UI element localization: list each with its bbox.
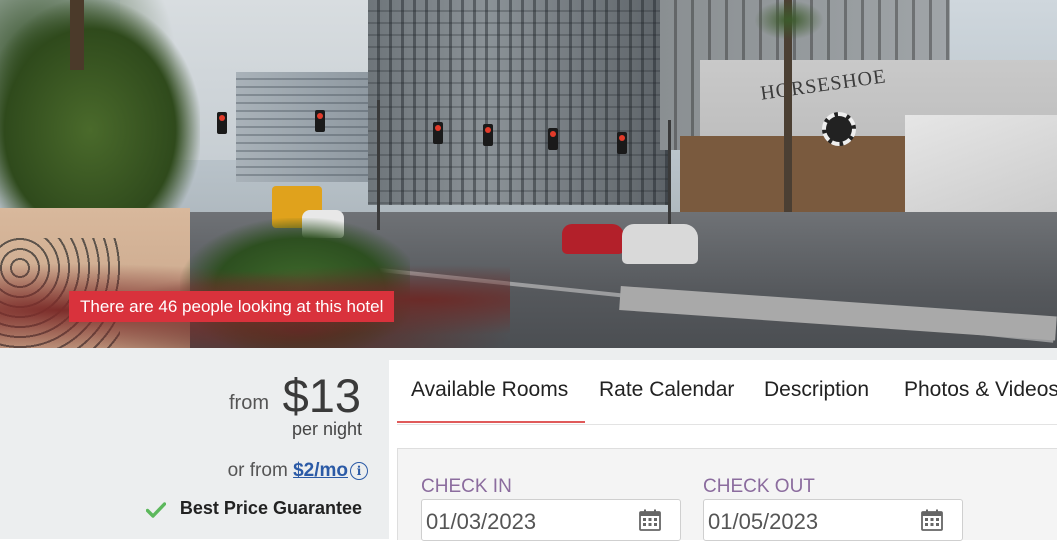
panel-divider <box>389 348 1057 360</box>
monthly-price-link[interactable]: $2/mo <box>293 460 348 481</box>
check-in-field[interactable]: 01/03/2023 <box>421 499 681 541</box>
tab-photos-videos[interactable]: Photos & Videos <box>904 378 1057 402</box>
booking-panel: Available Rooms Rate Calendar Descriptio… <box>389 348 1057 541</box>
traffic-light <box>433 122 443 144</box>
trees <box>0 0 200 230</box>
background-building <box>236 72 368 182</box>
wsop-chip-logo <box>822 112 856 146</box>
hotel-tower <box>368 0 668 205</box>
check-out-label: CHECK OUT <box>703 476 815 497</box>
check-out-value: 01/05/2023 <box>708 509 819 534</box>
checkmark-icon <box>146 502 166 518</box>
check-in-value: 01/03/2023 <box>426 509 537 534</box>
traffic-pole <box>668 120 671 225</box>
monthly-price-row: or from $2/mo i <box>228 460 368 482</box>
traffic-light <box>548 128 558 150</box>
traffic-light <box>483 124 493 146</box>
hotel-hero-photo: HORSESHOE There are 46 people looking at… <box>0 0 1057 348</box>
check-in-label: CHECK IN <box>421 476 512 497</box>
price-panel: from $13 per night or from $2/mo i Best P… <box>0 348 389 539</box>
traffic-light <box>217 112 227 134</box>
traffic-light <box>315 110 325 132</box>
people-viewing-badge: There are 46 people looking at this hote… <box>69 291 395 322</box>
tab-description[interactable]: Description <box>764 378 869 402</box>
monthly-prefix: or from <box>227 460 288 481</box>
tab-available-rooms[interactable]: Available Rooms <box>411 378 568 402</box>
per-night-label: per night <box>291 419 362 439</box>
date-selector: CHECK IN 01/03/2023 CHECK OUT 01/05/2023 <box>397 448 1057 541</box>
calendar-icon[interactable] <box>638 508 662 532</box>
traffic-light <box>617 132 627 154</box>
red-car <box>562 224 624 254</box>
nightly-price: $13 <box>282 369 361 422</box>
palm-trunk-left <box>70 0 84 70</box>
palm-tree-fronds <box>754 0 824 40</box>
traffic-pole <box>377 100 380 230</box>
silver-suv <box>622 224 698 264</box>
hotel-tabs: Available Rooms Rate Calendar Descriptio… <box>397 360 1057 425</box>
casino-canopy <box>905 115 1057 225</box>
active-tab-indicator <box>397 421 585 423</box>
tab-rate-calendar[interactable]: Rate Calendar <box>599 378 734 402</box>
calendar-icon[interactable] <box>920 508 944 532</box>
best-price-guarantee[interactable]: Best Price Guarantee <box>180 498 362 519</box>
price-from-label: from <box>229 392 269 414</box>
check-out-field[interactable]: 01/05/2023 <box>703 499 963 541</box>
info-icon[interactable]: i <box>350 461 368 480</box>
